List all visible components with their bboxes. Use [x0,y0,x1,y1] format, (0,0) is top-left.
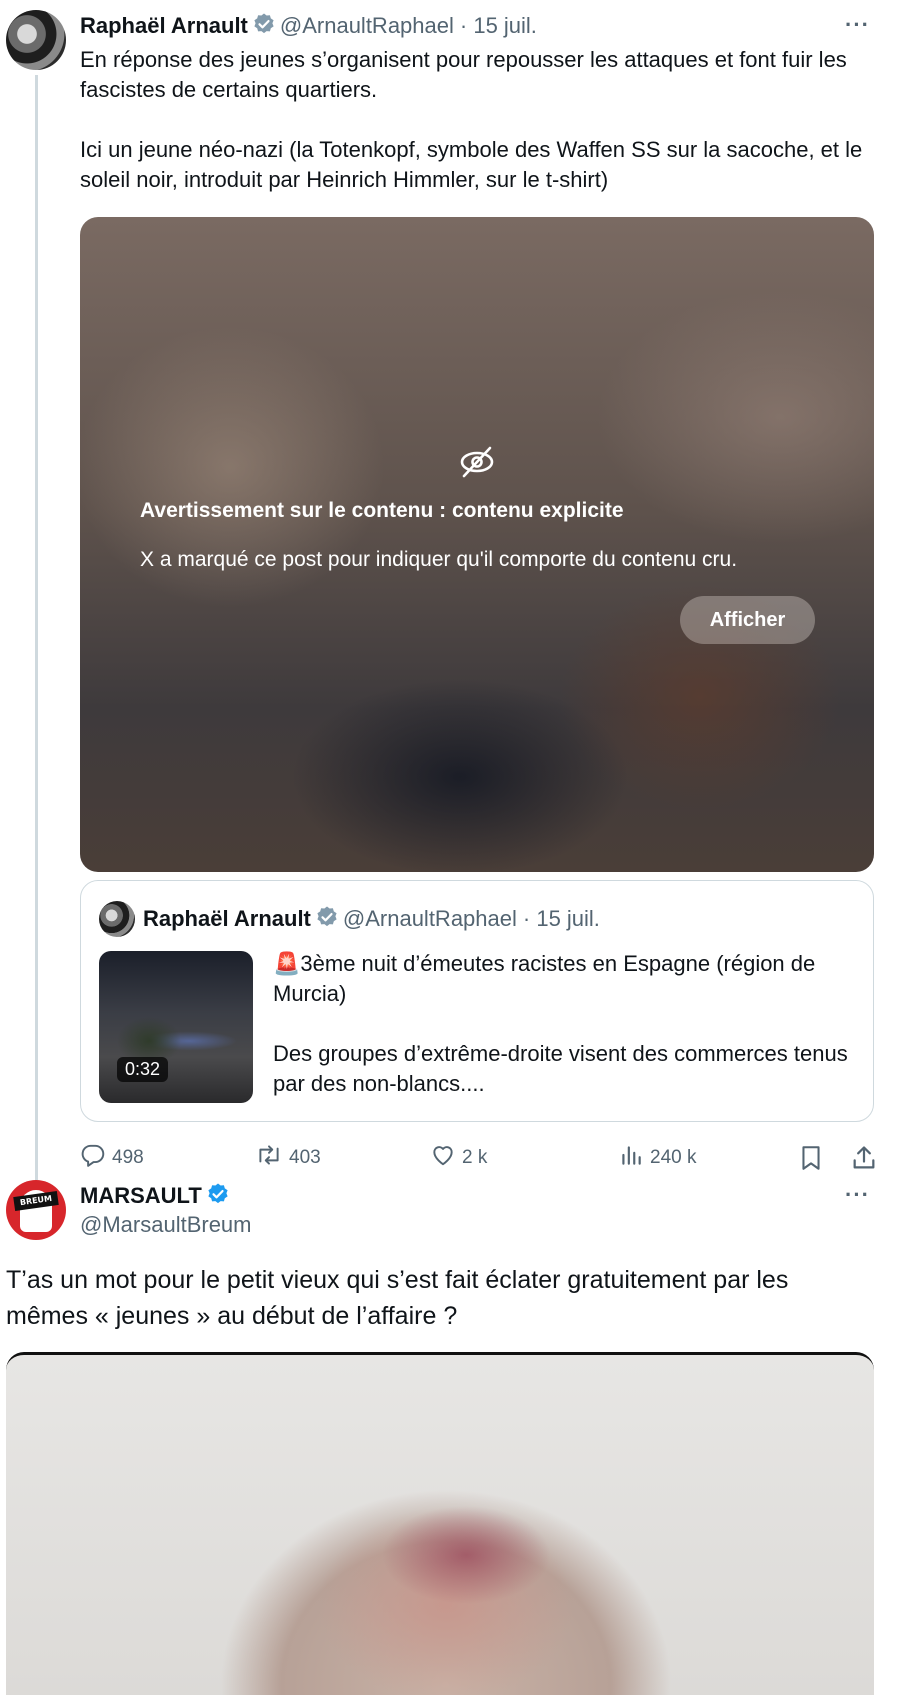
tweet-header: Raphaël Arnault @ArnaultRaphael · 15 jui… [80,10,880,42]
author-name[interactable]: Raphaël Arnault [80,13,248,39]
author-name: Raphaël Arnault [143,906,311,931]
author-handle[interactable]: @ArnaultRaphael [280,13,454,39]
quoted-tweet[interactable]: Raphaël Arnault @ArnaultRaphael · 15 jui… [80,880,874,1122]
reply-count: 498 [112,1147,144,1168]
views-count: 240 k [650,1147,697,1168]
tweet-header: MARSAULT [80,1180,234,1212]
views-icon [618,1142,644,1174]
avatar[interactable]: BREUM [6,1180,66,1240]
action-bar: 498 403 2 k 240 k [80,1140,880,1176]
verified-badge-icon [252,12,276,41]
more-options-icon[interactable]: ··· [845,12,870,38]
repost-button[interactable]: 403 [255,1140,321,1176]
avatar [99,901,135,937]
author-name[interactable]: MARSAULT [80,1183,202,1209]
tweet-text-paragraph: Ici un jeune néo-nazi (la Totenkopf, sym… [80,137,863,192]
quote-header: Raphaël Arnault @ArnaultRaphael · 15 jui… [143,903,600,935]
reply-icon [80,1142,106,1174]
tweet-photo[interactable] [6,1352,874,1695]
like-button[interactable]: 2 k [430,1140,487,1176]
share-icon[interactable] [850,1144,878,1177]
repost-count: 403 [289,1147,321,1168]
avatar[interactable] [6,10,66,70]
reply-button[interactable]: 498 [80,1140,144,1176]
tweet-text: En réponse des jeunes s’organisent pour … [80,45,880,195]
author-handle: @ArnaultRaphael [342,906,517,931]
quote-text: 🚨3ème nuit d’émeutes racistes en Espagne… [273,949,858,1099]
quote-text-paragraph: 🚨3ème nuit d’émeutes racistes en Espagne… [273,951,816,1006]
video-duration: 0:32 [117,1057,169,1082]
content-warning-title: Avertissement sur le contenu : contenu e… [140,499,624,522]
views-button[interactable]: 240 k [618,1140,696,1176]
video-thumbnail[interactable]: 0:32 [99,951,253,1103]
tweet-text-paragraph: En réponse des jeunes s’organisent pour … [80,47,847,102]
tweet-text: T’as un mot pour le petit vieux qui s’es… [6,1266,789,1330]
thread-line [35,75,38,1180]
author-handle[interactable]: @MarsaultBreum [80,1212,252,1238]
verified-badge-icon [315,905,339,934]
repost-icon [255,1142,283,1174]
content-warning-text: X a marqué ce post pour indiquer qu'il c… [140,548,738,571]
more-options-icon[interactable]: ··· [845,1182,870,1208]
bookmark-icon[interactable] [798,1144,824,1177]
quote-text-paragraph: Des groupes d’extrême-droite visent des … [273,1041,848,1096]
tweet-date: · 15 juil. [522,906,600,931]
heart-icon [430,1142,456,1174]
show-content-button[interactable]: Afficher [680,596,815,644]
verified-badge-icon [206,1182,230,1211]
tweet-date[interactable]: · 15 juil. [460,13,537,39]
eye-off-icon [458,445,496,484]
sensitive-media: Avertissement sur le contenu : contenu e… [80,217,874,872]
like-count: 2 k [462,1147,488,1168]
